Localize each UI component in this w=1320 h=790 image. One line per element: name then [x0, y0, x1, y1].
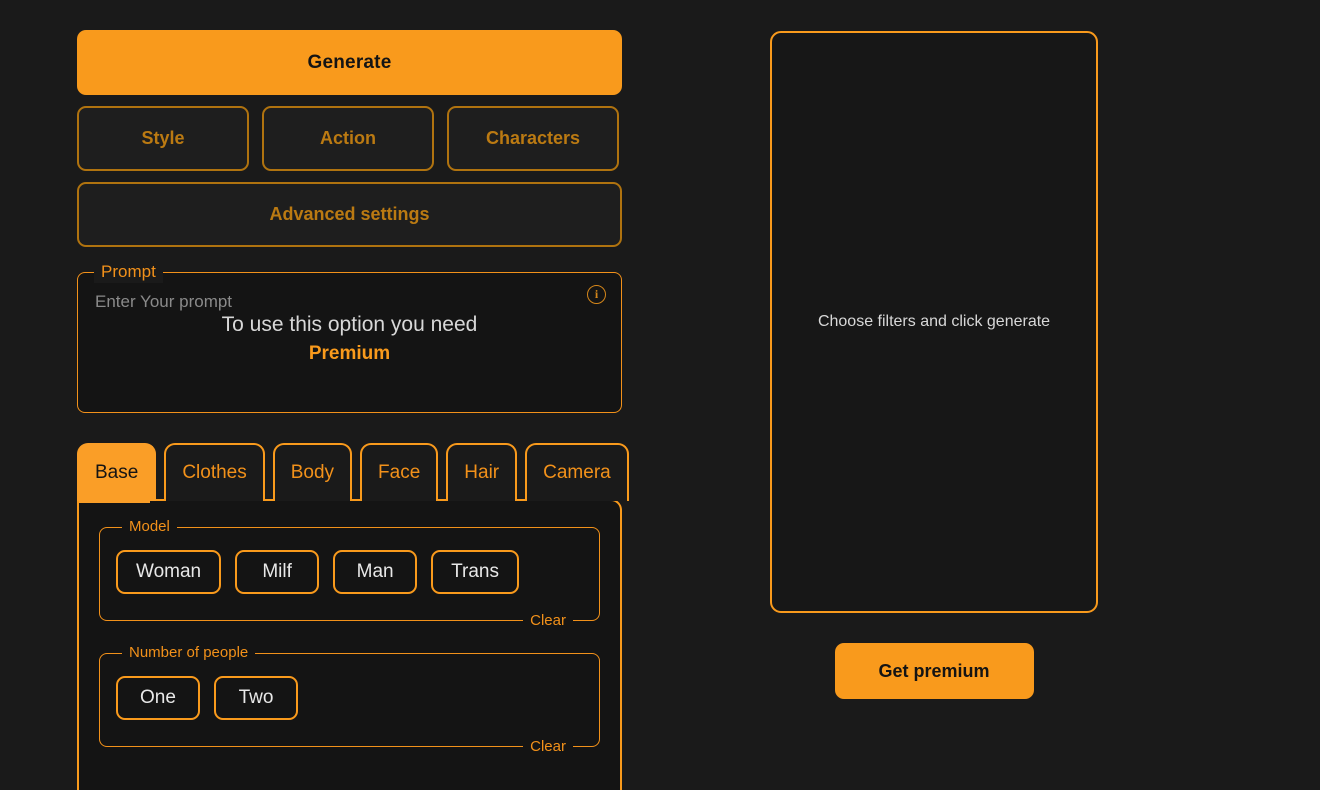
get-premium-button[interactable]: Get premium	[834, 643, 1034, 699]
prompt-field[interactable]: Prompt Enter Your prompt i To use this o…	[77, 261, 622, 413]
model-option-trans[interactable]: Trans	[431, 550, 519, 594]
number-of-people-options: One Two	[116, 676, 583, 720]
preview-empty-state-text: Choose filters and click generate	[817, 313, 1051, 330]
filter-button-row: Style Action Characters	[77, 106, 622, 171]
tab-panel-base: Model Woman Milf Man Trans Clear Number …	[77, 499, 622, 790]
prompt-placeholder: Enter Your prompt	[95, 292, 233, 311]
tab-base[interactable]: Base	[77, 443, 157, 501]
preview-column: Choose filters and click generate Get pr…	[770, 31, 1098, 699]
style-button[interactable]: Style	[77, 106, 249, 171]
prompt-legend: Prompt	[94, 261, 163, 283]
model-clear-button[interactable]: Clear	[523, 611, 573, 631]
advanced-settings-button[interactable]: Advanced settings	[77, 182, 622, 247]
people-option-one[interactable]: One	[116, 676, 200, 720]
tab-body[interactable]: Body	[272, 443, 353, 501]
number-of-people-group: Number of people One Two Clear	[99, 643, 600, 757]
number-of-people-clear-button[interactable]: Clear	[523, 737, 573, 757]
controls-column: Generate Style Action Characters Advance…	[77, 30, 629, 790]
number-of-people-legend: Number of people	[122, 643, 256, 663]
model-option-woman[interactable]: Woman	[116, 550, 222, 594]
premium-overlay-badge: Premium	[308, 343, 391, 364]
tab-camera[interactable]: Camera	[525, 443, 629, 501]
tab-face[interactable]: Face	[360, 443, 439, 501]
preview-box[interactable]: Choose filters and click generate	[770, 31, 1098, 613]
tab-clothes[interactable]: Clothes	[164, 443, 265, 501]
model-option-man[interactable]: Man	[333, 550, 418, 594]
tab-hair[interactable]: Hair	[446, 443, 518, 501]
characters-button[interactable]: Characters	[447, 106, 619, 171]
tab-bar: Base Clothes Body Face Hair Camera	[77, 443, 629, 501]
premium-required-overlay: To use this option you need Premium	[78, 311, 621, 369]
model-group-legend: Model	[122, 517, 177, 537]
premium-overlay-text: To use this option you need	[221, 313, 478, 336]
filters-tabs-section: Base Clothes Body Face Hair Camera Model…	[77, 443, 629, 790]
action-button[interactable]: Action	[262, 106, 434, 171]
model-options: Woman Milf Man Trans	[116, 550, 583, 594]
model-option-milf[interactable]: Milf	[235, 550, 320, 594]
app-root: Generate Style Action Characters Advance…	[0, 0, 1320, 790]
info-icon[interactable]: i	[587, 285, 606, 304]
people-option-two[interactable]: Two	[214, 676, 298, 720]
model-group: Model Woman Milf Man Trans Clear	[99, 517, 600, 631]
generate-button[interactable]: Generate	[77, 30, 622, 95]
